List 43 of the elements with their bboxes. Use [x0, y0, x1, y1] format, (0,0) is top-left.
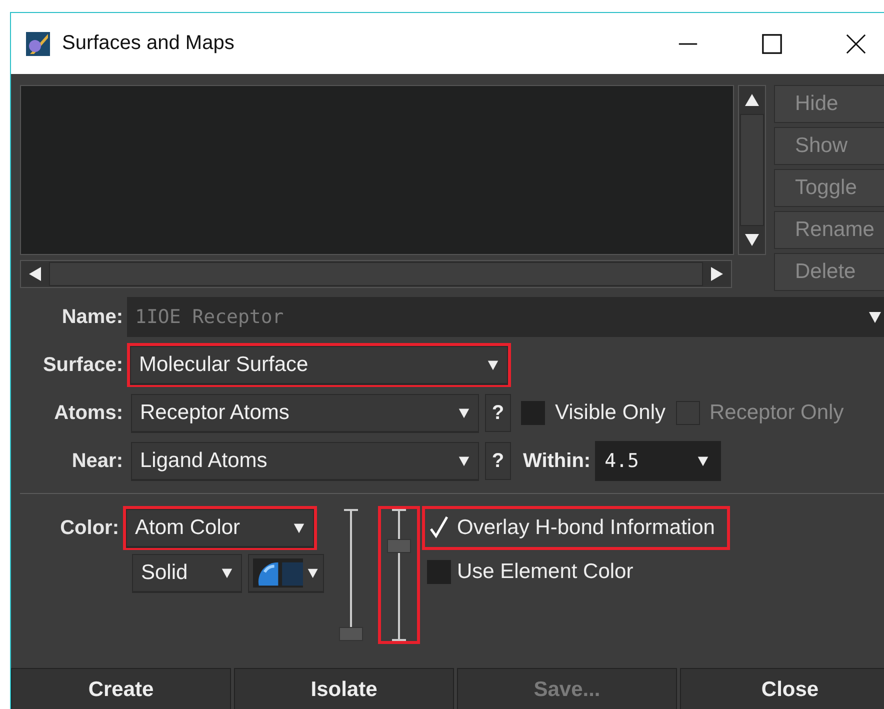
caret-icon — [487, 359, 499, 371]
dialog-button[interactable]: Isolate — [234, 668, 454, 709]
checkbox-label: Use Element Color — [457, 560, 634, 584]
checkbox[interactable] — [427, 560, 451, 584]
dialog-button[interactable]: Close — [680, 668, 884, 709]
surface-label: Surface: — [42, 354, 124, 376]
near-label: Near: — [70, 450, 124, 472]
name-label: Name: — [60, 306, 124, 328]
help-button[interactable]: ? — [485, 442, 511, 480]
caret-icon — [458, 407, 470, 419]
swatch-dropdown[interactable] — [248, 554, 324, 592]
checkbox-label: Receptor Only — [710, 401, 844, 425]
checkbox-label: Overlay H-bond Information — [457, 516, 715, 540]
color-dropdown[interactable]: Atom Color — [126, 509, 314, 547]
vertical-scrollbar[interactable] — [738, 85, 766, 255]
caret-icon — [458, 455, 470, 467]
caret-icon — [293, 522, 305, 534]
caret-icon — [307, 567, 319, 579]
dialog-button[interactable]: Create — [11, 668, 231, 709]
window-title: Surfaces and Maps — [62, 32, 234, 55]
atoms-label: Atoms: — [53, 402, 124, 424]
color-label: Color: — [59, 516, 120, 540]
checkbox[interactable] — [521, 401, 545, 425]
checkbox-label: Visible Only — [555, 401, 666, 425]
surface-dropdown[interactable]: Molecular Surface — [130, 346, 508, 384]
style-dropdown[interactable]: Solid — [132, 554, 242, 592]
atoms-dropdown[interactable]: Receptor Atoms — [131, 394, 479, 432]
app-logo-icon — [26, 32, 50, 56]
vertical-slider[interactable] — [387, 509, 411, 641]
caret-icon — [221, 567, 233, 579]
within-dropdown[interactable]: 4.5 — [594, 441, 721, 481]
slider-thumb[interactable] — [387, 538, 411, 552]
within-label: Within: — [523, 450, 591, 472]
near-dropdown[interactable]: Ligand Atoms — [131, 442, 479, 480]
vertical-slider[interactable] — [339, 509, 363, 641]
sphere-swatch-icon — [253, 558, 304, 588]
horizontal-scrollbar[interactable] — [20, 260, 732, 288]
maximize-icon[interactable] — [762, 34, 782, 54]
slider-thumb[interactable] — [339, 627, 363, 641]
help-button[interactable]: ? — [485, 394, 511, 432]
caret-icon — [696, 455, 709, 467]
close-icon[interactable] — [846, 34, 866, 54]
caret-icon[interactable] — [868, 310, 882, 324]
